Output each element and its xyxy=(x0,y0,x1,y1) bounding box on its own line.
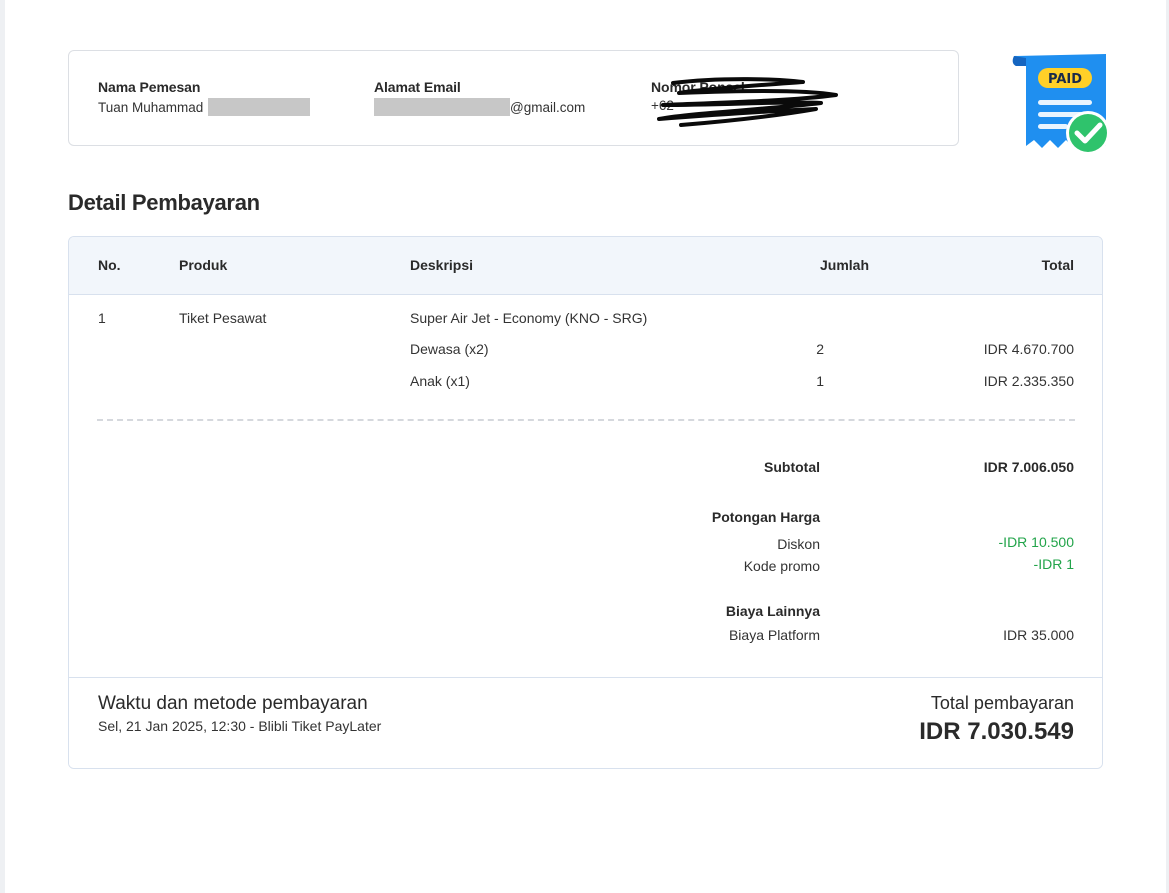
customer-name-block: Nama Pemesan Tuan Muhammad xyxy=(98,79,311,116)
item-child-total: IDR 2.335.350 xyxy=(983,373,1074,389)
platform-fee-label: Biaya Platform xyxy=(728,627,820,643)
subtotal-value: IDR 7.006.050 xyxy=(983,459,1074,475)
redacted-email-block xyxy=(374,98,510,116)
header-total: Total xyxy=(1041,257,1074,273)
item-adult-description: Dewasa (x2) xyxy=(410,341,489,357)
discount-value: -IDR 10.500 xyxy=(998,534,1074,550)
payment-detail-card: No. Produk Deskripsi Jumlah Total 1 Tike… xyxy=(68,236,1103,769)
header-quantity: Jumlah xyxy=(820,257,870,273)
payment-method-detail: Sel, 21 Jan 2025, 12:30 - Blibli Tiket P… xyxy=(98,718,382,734)
discount-heading: Potongan Harga xyxy=(711,509,820,525)
row-description: Super Air Jet - Economy (KNO - SRG) xyxy=(410,310,648,326)
payment-method-title: Waktu dan metode pembayaran xyxy=(98,693,368,714)
page-border-left xyxy=(0,0,5,893)
customer-email-block: Alamat Email @gmail.com xyxy=(374,79,585,116)
payment-footer: Waktu dan metode pembayaran Sel, 21 Jan … xyxy=(69,677,1102,768)
redacted-name-block xyxy=(208,98,311,116)
discount-label: Diskon xyxy=(777,536,820,552)
table-header: No. Produk Deskripsi Jumlah Total xyxy=(69,237,1102,295)
total-payment-value: IDR 7.030.549 xyxy=(919,718,1074,745)
promo-code-label: Kode promo xyxy=(743,558,820,574)
redaction-scribble xyxy=(657,77,838,127)
customer-name-value: Tuan Muhammad xyxy=(98,99,204,115)
platform-fee-value: IDR 35.000 xyxy=(1003,627,1074,643)
other-fees-heading: Biaya Lainnya xyxy=(725,603,820,619)
paid-badge-text: PAID xyxy=(1048,72,1082,87)
item-child-description: Anak (x1) xyxy=(410,373,470,389)
total-payment-label: Total pembayaran xyxy=(930,693,1074,713)
customer-info-card: Nama Pemesan Tuan Muhammad Alamat Email … xyxy=(68,50,959,146)
row-number: 1 xyxy=(98,310,106,326)
subtotal-label: Subtotal xyxy=(764,459,820,475)
dashed-divider xyxy=(97,419,1075,421)
section-title: Detail Pembayaran xyxy=(68,190,260,215)
row-product: Tiket Pesawat xyxy=(179,310,267,326)
customer-email-label: Alamat Email xyxy=(374,79,461,95)
paid-receipt-check-icon: PAID xyxy=(1012,54,1110,155)
promo-code-value: -IDR 1 xyxy=(1033,556,1074,572)
item-adult-quantity: 2 xyxy=(816,341,824,357)
customer-name-label: Nama Pemesan xyxy=(98,79,201,95)
header-description: Deskripsi xyxy=(410,257,474,273)
customer-email-value: @gmail.com xyxy=(510,99,586,115)
item-adult-total: IDR 4.670.700 xyxy=(983,341,1074,357)
header-no: No. xyxy=(98,257,121,273)
item-child-quantity: 1 xyxy=(816,373,824,389)
header-product: Produk xyxy=(179,257,228,273)
